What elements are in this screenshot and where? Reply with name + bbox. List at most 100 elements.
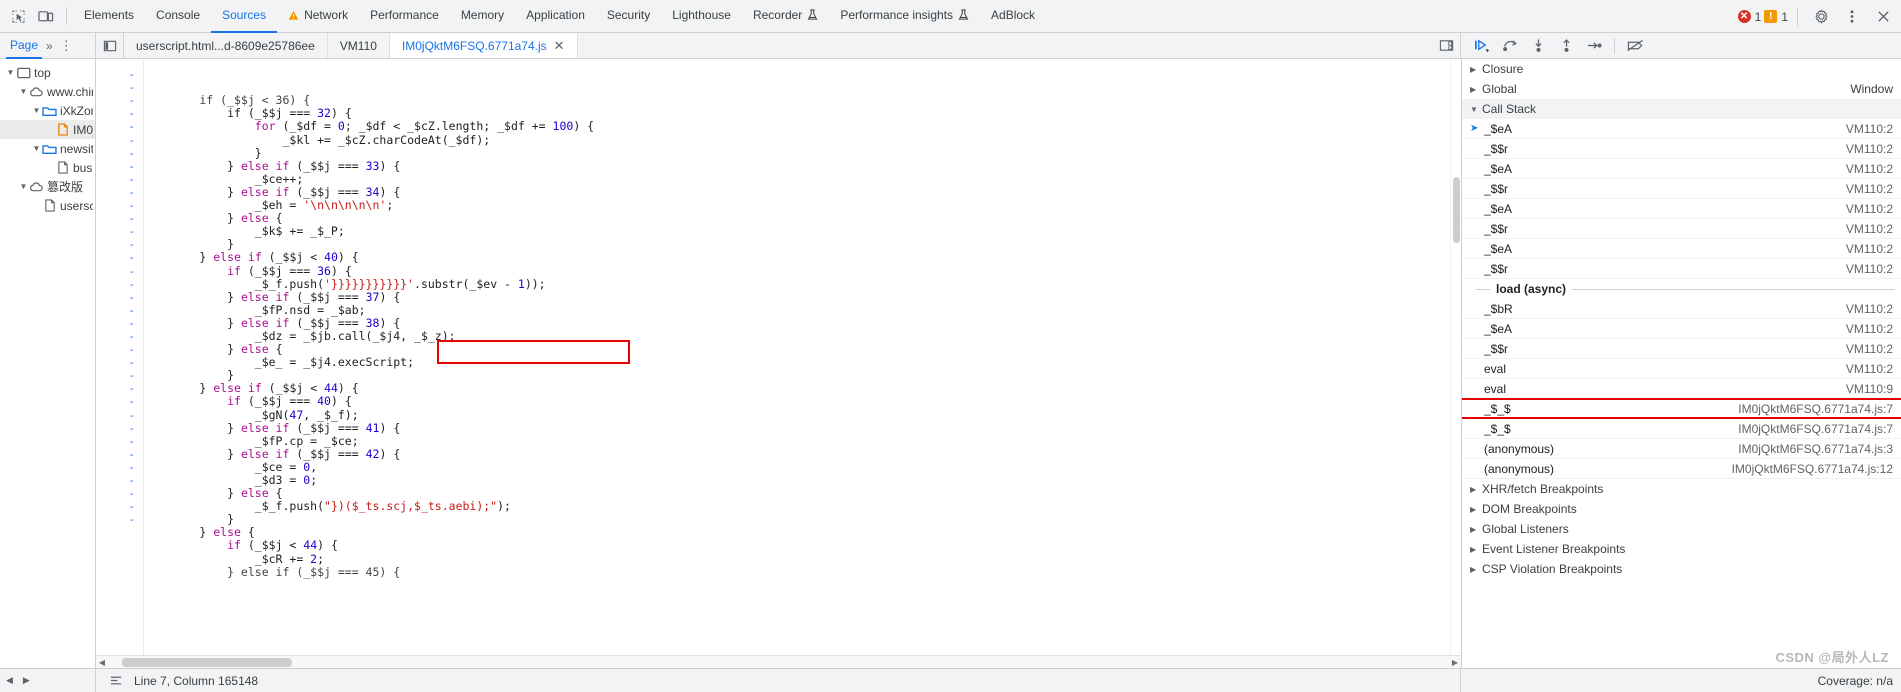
call-stack-frame[interactable]: (anonymous) IM0jQktM6FSQ.6771a74.js:12 — [1462, 459, 1901, 479]
editor-horizontal-scrollbar[interactable]: ◀ ▶ — [96, 655, 1461, 668]
tab-console[interactable]: Console — [145, 0, 211, 33]
file-tab[interactable]: IM0jQktM6FSQ.6771a74.js ✕ — [389, 33, 578, 58]
close-tab-icon[interactable]: ✕ — [554, 39, 565, 52]
tree-item[interactable]: ▼ top — [0, 63, 95, 82]
hscroll-track[interactable] — [108, 656, 1449, 669]
tab-security[interactable]: Security — [596, 0, 661, 33]
hscroll-right-arrow[interactable]: ▶ — [1449, 658, 1461, 667]
step-into-next-function-call-icon[interactable] — [1525, 34, 1551, 58]
breakpoints-section[interactable]: ▶ XHR/fetch Breakpoints — [1462, 479, 1901, 499]
more-options-icon[interactable] — [1838, 4, 1866, 30]
close-icon[interactable] — [1869, 4, 1897, 30]
gutter-line[interactable]: - — [96, 107, 143, 120]
chevron-right-icon[interactable]: ▶ — [1470, 65, 1482, 74]
chevron-down-icon[interactable]: ▼ — [31, 106, 42, 115]
pretty-print-icon[interactable] — [106, 671, 126, 691]
chevron-right-icon[interactable]: ▶ — [23, 675, 30, 686]
gutter-line[interactable]: - — [96, 330, 143, 343]
code-line[interactable]: } — [144, 513, 1461, 526]
hscroll-left-arrow[interactable]: ◀ — [96, 658, 108, 667]
hscroll-thumb[interactable] — [122, 657, 292, 667]
chevron-down-icon[interactable]: ▼ — [5, 68, 16, 77]
tab-elements[interactable]: Elements — [73, 0, 145, 33]
code-line[interactable]: if (_$$j < 36) { — [144, 94, 1461, 107]
gutter-line[interactable]: - — [96, 94, 143, 107]
gutter-line[interactable]: - — [96, 147, 143, 160]
gutter-line[interactable]: - — [96, 448, 143, 461]
code-line[interactable]: _$_f.push("})($_ts.scj,$_ts.aebi);"); — [144, 500, 1461, 513]
call-stack-frame[interactable]: (anonymous) IM0jQktM6FSQ.6771a74.js:3 — [1462, 439, 1901, 459]
gutter-line[interactable]: - — [96, 291, 143, 304]
tree-item[interactable]: ▼ www.chin — [0, 82, 95, 101]
gutter-line[interactable]: - — [96, 278, 143, 291]
chevron-right-icon[interactable]: ▶ — [1470, 485, 1482, 494]
code-line[interactable]: _$kl += _$cZ.charCodeAt(_$df); — [144, 133, 1461, 147]
call-stack-frame[interactable]: _$$r VM110:2 — [1462, 139, 1901, 159]
code-line[interactable]: _$eh = '\n\n\n\n\n'; — [144, 198, 1461, 212]
gutter-line[interactable]: - — [96, 317, 143, 330]
tab-network[interactable]: Network — [277, 0, 359, 33]
error-count-badge[interactable]: ✕ 1 — [1737, 10, 1761, 24]
navigator-menu-icon[interactable]: ⋮ — [57, 38, 76, 54]
code-line[interactable]: _$k$ += _$_P; — [144, 225, 1461, 238]
gutter-line[interactable]: - — [96, 369, 143, 382]
chevron-right-icon[interactable]: ▶ — [1470, 505, 1482, 514]
tab-sources[interactable]: Sources — [211, 0, 278, 33]
code-line[interactable]: } else if (_$$j === 45) { — [144, 565, 1461, 579]
call-stack-frame[interactable]: _$$r VM110:2 — [1462, 259, 1901, 279]
call-stack-async-separator[interactable]: load (async) — [1462, 279, 1901, 299]
call-stack-frame[interactable]: _$_$ IM0jQktM6FSQ.6771a74.js:7 — [1462, 419, 1901, 439]
gutter-line[interactable]: - — [96, 160, 143, 173]
warning-count-badge[interactable]: ! 1 — [1764, 10, 1788, 24]
tab-application[interactable]: Application — [515, 0, 596, 33]
device-toolbar-icon[interactable] — [32, 3, 60, 29]
gutter-line[interactable]: - — [96, 343, 143, 356]
gutter-line[interactable] — [96, 59, 143, 68]
tree-item[interactable]: userscr — [0, 196, 95, 215]
gutter-line[interactable]: - — [96, 487, 143, 500]
gutter-line[interactable]: - — [96, 461, 143, 474]
gutter-line[interactable]: - — [96, 120, 143, 133]
call-stack-frame[interactable]: eval VM110:9 — [1462, 379, 1901, 399]
show-navigator-panel-icon[interactable] — [1439, 38, 1454, 53]
tab-performance-insights[interactable]: Performance insights — [829, 0, 980, 33]
resume-script-execution-icon[interactable] — [1469, 34, 1495, 58]
code-line[interactable]: } else if (_$$j === 33) { — [144, 159, 1461, 173]
gutter-line[interactable]: - — [96, 382, 143, 395]
editor-vscroll-thumb[interactable] — [1453, 177, 1460, 243]
tab-recorder[interactable]: Recorder — [742, 0, 829, 33]
code-line[interactable]: if (_$$j < 44) { — [144, 539, 1461, 552]
gutter-line[interactable]: - — [96, 356, 143, 369]
code-line[interactable]: _$dz = _$jb.call(_$j4, _$_z); — [144, 329, 1461, 343]
gear-icon[interactable] — [1807, 4, 1835, 30]
more-navigator-tabs-icon[interactable]: » — [44, 39, 55, 53]
call-stack-frame[interactable]: _$eA VM110:2 — [1462, 319, 1901, 339]
code-line[interactable]: _$e_ = _$j4.execScript; — [144, 356, 1461, 369]
editor-vertical-scrollbar[interactable] — [1450, 59, 1461, 655]
tree-item[interactable]: busin — [0, 158, 95, 177]
gutter-line[interactable]: - — [96, 265, 143, 278]
chevron-right-icon[interactable]: ▶ — [1470, 545, 1482, 554]
tab-performance[interactable]: Performance — [359, 0, 450, 33]
chevron-right-icon[interactable]: ▶ — [1470, 565, 1482, 574]
call-stack-frame[interactable]: _$_$ IM0jQktM6FSQ.6771a74.js:7 — [1462, 398, 1901, 419]
step-icon[interactable] — [1581, 34, 1607, 58]
call-stack-frame[interactable]: _$bR VM110:2 — [1462, 299, 1901, 319]
call-stack-frame[interactable]: ➤ _$eA VM110:2 — [1462, 119, 1901, 139]
file-tab[interactable]: VM110 — [327, 33, 390, 58]
gutter-line[interactable]: - — [96, 500, 143, 513]
editor-code-content[interactable]: if (_$$j < 36) { if (_$$j === 32) { for … — [144, 59, 1461, 655]
call-stack-frame[interactable]: _$$r VM110:2 — [1462, 179, 1901, 199]
tree-item[interactable]: ▼ iXkZon — [0, 101, 95, 120]
gutter-line[interactable]: - — [96, 68, 143, 81]
deactivate-breakpoints-icon[interactable] — [1622, 34, 1648, 58]
chevron-right-icon[interactable]: ▶ — [1470, 525, 1482, 534]
breakpoints-section[interactable]: ▶ Event Listener Breakpoints — [1462, 539, 1901, 559]
step-out-of-current-function-icon[interactable] — [1553, 34, 1579, 58]
chevron-down-icon[interactable]: ▼ — [31, 144, 42, 153]
scope-row[interactable]: ▶ Global Window — [1462, 79, 1901, 99]
chevron-down-icon[interactable]: ▼ — [18, 182, 29, 191]
call-stack-frame[interactable]: _$$r VM110:2 — [1462, 219, 1901, 239]
chevron-down-icon[interactable]: ▼ — [1470, 105, 1482, 114]
code-line[interactable]: } else { — [144, 526, 1461, 539]
